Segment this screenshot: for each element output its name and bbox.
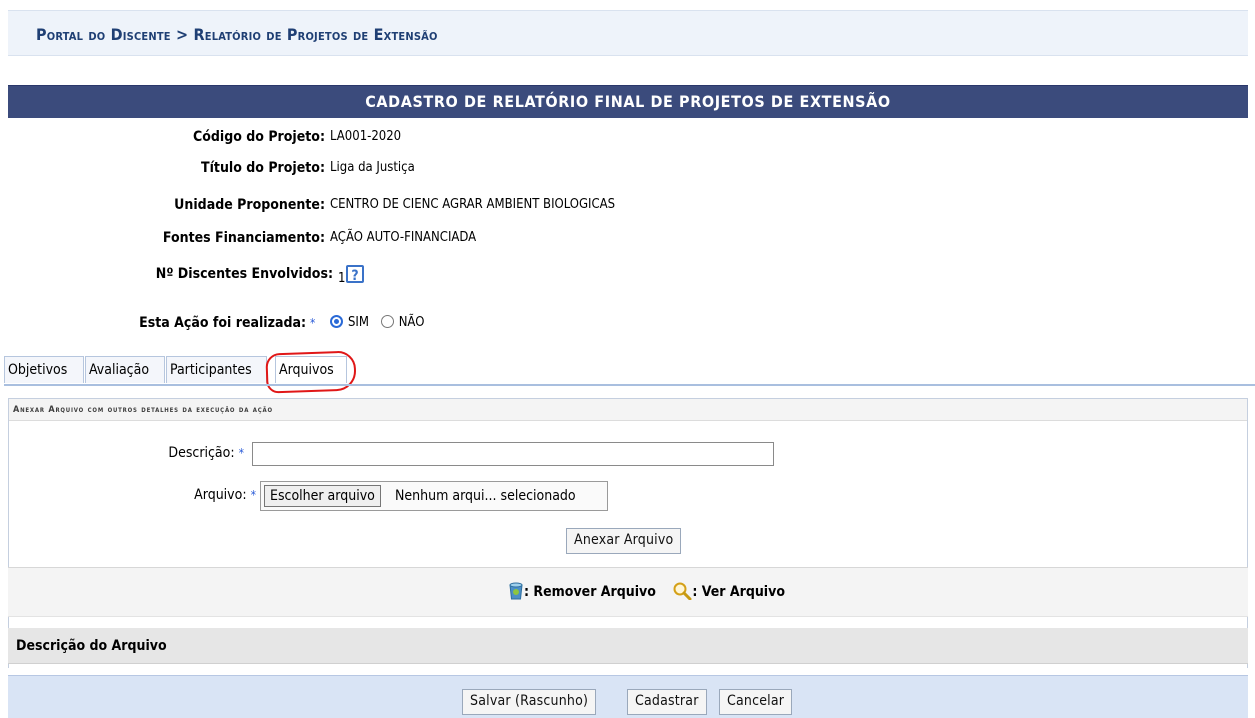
arquivo-label-row: Arquivo: * — [16, 487, 256, 503]
attach-section-caption: Anexar Arquivo com outros detalhes da ex… — [9, 399, 1247, 421]
required-star-icon: * — [250, 488, 256, 502]
help-icon[interactable]: ? — [346, 265, 364, 284]
legend-band: : Remover Arquivo : Ver Arquivo — [8, 567, 1248, 617]
choose-file-button[interactable]: Escolher arquivo — [264, 485, 381, 507]
cancel-button[interactable]: Cancelar — [719, 689, 793, 715]
info-codigo: Código do Projeto: LA001-2020 — [8, 126, 608, 148]
tab-avaliacao[interactable]: Avaliação — [85, 356, 165, 383]
required-star-icon: * — [238, 446, 244, 460]
info-discentes: Nº Discentes Envolvidos: 1 ? — [8, 263, 608, 289]
save-draft-button[interactable]: Salvar (Rascunho) — [462, 689, 597, 715]
unidade-value: CENTRO DE CIENC AGRAR AMBIENT BIOLOGICAS — [330, 197, 616, 212]
discentes-label: Nº Discentes Envolvidos: — [155, 266, 333, 282]
descricao-input[interactable] — [252, 442, 774, 466]
codigo-label: Código do Projeto: — [192, 129, 325, 145]
file-table-header: Descrição do Arquivo — [8, 628, 1248, 664]
attach-file-button[interactable]: Anexar Arquivo — [566, 528, 682, 554]
info-fontes: Fontes Financiamento: AÇÃO AUTO-FINANCIA… — [8, 227, 608, 249]
descricao-label-row: Descrição: * — [4, 445, 244, 461]
breadcrumb-bar: Portal do Discente > Relatório de Projet… — [8, 10, 1248, 56]
codigo-value: LA001-2020 — [330, 129, 402, 144]
tab-divider — [4, 384, 1255, 386]
fontes-value: AÇÃO AUTO-FINANCIADA — [330, 230, 477, 245]
file-picker: Escolher arquivo Nenhum arqui... selecio… — [260, 481, 608, 511]
tab-participantes[interactable]: Participantes — [166, 356, 267, 383]
titulo-label: Título do Projeto: — [201, 160, 325, 176]
radio-nao-label: NÃO — [398, 315, 425, 330]
fontes-label: Fontes Financiamento: — [162, 230, 325, 246]
annotation-circle — [265, 350, 357, 394]
footer-band: Salvar (Rascunho) Cadastrar Cancelar — [8, 675, 1248, 718]
file-status-text: Nenhum arqui... selecionado — [395, 488, 576, 504]
realizada-row: Esta Ação foi realizada: * SIM NÃO — [8, 312, 708, 334]
descricao-label: Descrição: — [168, 445, 235, 461]
breadcrumb: Portal do Discente > Relatório de Projet… — [36, 25, 438, 44]
register-button[interactable]: Cadastrar — [627, 689, 707, 715]
tab-objetivos[interactable]: Objetivos — [4, 356, 84, 383]
realizada-label: Esta Ação foi realizada: — [139, 315, 306, 331]
arquivo-label: Arquivo: — [194, 487, 247, 503]
view-legend-label: : Ver Arquivo — [692, 584, 785, 600]
titulo-value: Liga da Justiça — [330, 160, 415, 175]
radio-nao[interactable] — [380, 315, 394, 328]
trash-icon — [508, 582, 524, 604]
info-titulo: Título do Projeto: Liga da Justiça — [8, 157, 608, 179]
required-star-icon: * — [310, 316, 316, 330]
radio-sim[interactable] — [330, 315, 343, 328]
remove-legend-label: : Remover Arquivo — [524, 584, 656, 600]
form-title: CADASTRO DE RELATÓRIO FINAL DE PROJETOS … — [8, 85, 1248, 118]
radio-sim-label: SIM — [348, 315, 369, 330]
magnifier-icon — [672, 582, 692, 604]
info-unidade: Unidade Proponente: CENTRO DE CIENC AGRA… — [8, 194, 615, 216]
unidade-label: Unidade Proponente: — [174, 197, 325, 213]
legend: : Remover Arquivo : Ver Arquivo — [508, 582, 785, 604]
discentes-value: 1 — [338, 271, 346, 286]
